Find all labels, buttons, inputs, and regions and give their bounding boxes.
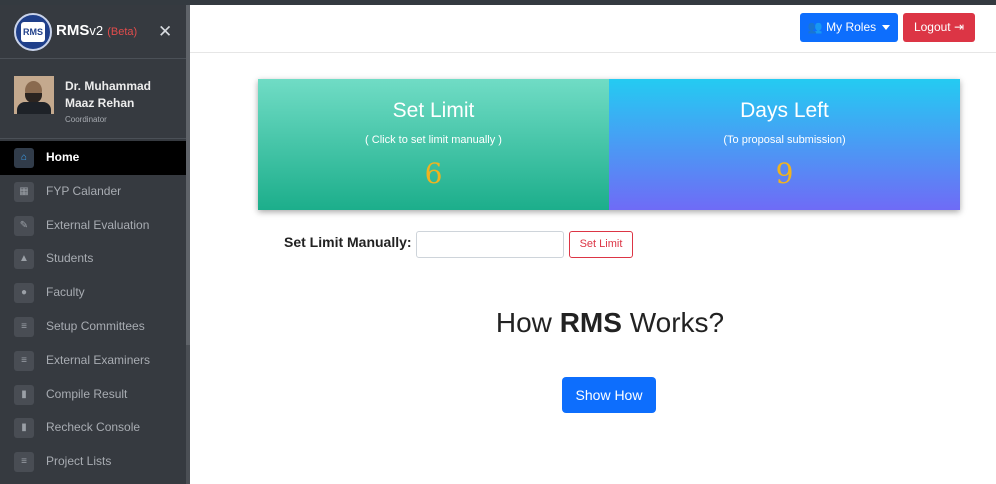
- set-limit-title: Set Limit: [392, 99, 475, 122]
- user-icon: ●: [14, 283, 34, 304]
- user-role: Coordinator: [65, 115, 107, 124]
- sidebar-item-label: Recheck Console: [46, 420, 141, 435]
- how-suffix: Works?: [629, 307, 725, 338]
- sidebar-scrollbar[interactable]: [186, 5, 190, 484]
- sidebar-item-home[interactable]: ⌂ Home: [0, 141, 186, 175]
- calendar-icon: ▦: [14, 181, 34, 202]
- sidebar-item-faculty[interactable]: ● Faculty: [0, 276, 186, 310]
- sidebar-nav: ⌂ Home ▦ FYP Calander ✎ External Evaluat…: [0, 141, 186, 479]
- app-brand-name: RMS: [56, 22, 90, 39]
- sidebar-item-label: Faculty: [46, 285, 85, 300]
- sidebar: RMS RMSv2 (Beta) ✕ Dr. Muhammad Maaz Reh…: [0, 5, 190, 484]
- home-icon: ⌂: [14, 148, 34, 168]
- app-version: v2: [89, 23, 104, 38]
- sidebar-item-external-evaluation[interactable]: ✎ External Evaluation: [0, 209, 186, 243]
- university-logo: RMS: [14, 13, 52, 51]
- show-how-button[interactable]: Show How: [562, 377, 656, 413]
- set-limit-value: 6: [424, 157, 443, 190]
- sidebar-item-setup-committees[interactable]: ≡ Setup Committees: [0, 310, 186, 344]
- clipboard-icon: ▮: [14, 384, 34, 405]
- logout-button[interactable]: Logout ⇥: [903, 13, 975, 42]
- set-limit-input[interactable]: [416, 231, 564, 258]
- how-rms-works-heading: How RMS Works?: [190, 307, 996, 339]
- sidebar-item-label: Compile Result: [46, 386, 128, 401]
- brand-header: RMS RMSv2 (Beta) ✕: [0, 5, 186, 59]
- sidebar-item-compile-result[interactable]: ▮ Compile Result: [0, 378, 186, 412]
- stats-cards: Set Limit ( Click to set limit manually …: [258, 79, 960, 210]
- chevron-down-icon: [882, 25, 891, 31]
- app-name: RMSv2 (Beta): [56, 22, 137, 39]
- graduation-cap-icon: ▲: [14, 249, 34, 270]
- how-bold: RMS: [559, 307, 622, 338]
- logout-label: Logout: [913, 20, 951, 34]
- list-icon: ≡: [14, 452, 34, 473]
- sidebar-item-label: Home: [46, 150, 80, 164]
- sidebar-item-label: External Evaluation: [46, 217, 150, 232]
- sidebar-item-label: External Examiners: [46, 352, 151, 367]
- close-sidebar-icon[interactable]: ✕: [158, 22, 172, 42]
- top-bar: 👥 My Roles Logout ⇥: [190, 5, 996, 53]
- my-roles-label: My Roles: [826, 20, 877, 34]
- sidebar-item-recheck-console[interactable]: ▮ Recheck Console: [0, 411, 186, 445]
- sign-out-icon: ⇥: [953, 20, 965, 34]
- beta-badge: (Beta): [107, 26, 138, 38]
- days-left-title: Days Left: [740, 99, 829, 122]
- sidebar-item-project-lists[interactable]: ≡ Project Lists: [0, 445, 186, 479]
- sidebar-item-external-examiners[interactable]: ≡ External Examiners: [0, 344, 186, 378]
- sidebar-item-label: Students: [46, 251, 94, 266]
- days-left-card: Days Left (To proposal submission) 9: [609, 79, 960, 210]
- logo-text: RMS: [21, 22, 45, 42]
- set-limit-label: Set Limit Manually:: [284, 234, 412, 250]
- user-name: Dr. Muhammad Maaz Rehan: [65, 79, 152, 110]
- how-prefix: How: [495, 307, 552, 338]
- set-limit-card[interactable]: Set Limit ( Click to set limit manually …: [258, 79, 609, 210]
- days-left-value: 9: [775, 157, 794, 190]
- set-limit-button[interactable]: Set Limit: [569, 231, 633, 258]
- users-icon: 👥: [807, 20, 823, 34]
- set-limit-subtitle: ( Click to set limit manually ): [365, 134, 502, 146]
- days-left-subtitle: (To proposal submission): [723, 134, 846, 146]
- sidebar-item-label: Setup Committees: [46, 318, 145, 333]
- sidebar-item-students[interactable]: ▲ Students: [0, 242, 186, 276]
- sidebar-scrollbar-thumb[interactable]: [186, 5, 190, 345]
- sidebar-item-label: FYP Calander: [46, 183, 122, 198]
- list-icon: ≡: [14, 316, 34, 337]
- edit-icon: ✎: [14, 215, 34, 236]
- my-roles-button[interactable]: 👥 My Roles: [800, 13, 898, 42]
- clipboard-icon: ▮: [14, 418, 34, 439]
- sidebar-item-fyp-calander[interactable]: ▦ FYP Calander: [0, 175, 186, 209]
- list-icon: ≡: [14, 350, 34, 371]
- sidebar-item-label: Project Lists: [46, 454, 112, 469]
- user-panel: Dr. Muhammad Maaz Rehan Coordinator: [0, 60, 186, 139]
- avatar: [14, 76, 54, 114]
